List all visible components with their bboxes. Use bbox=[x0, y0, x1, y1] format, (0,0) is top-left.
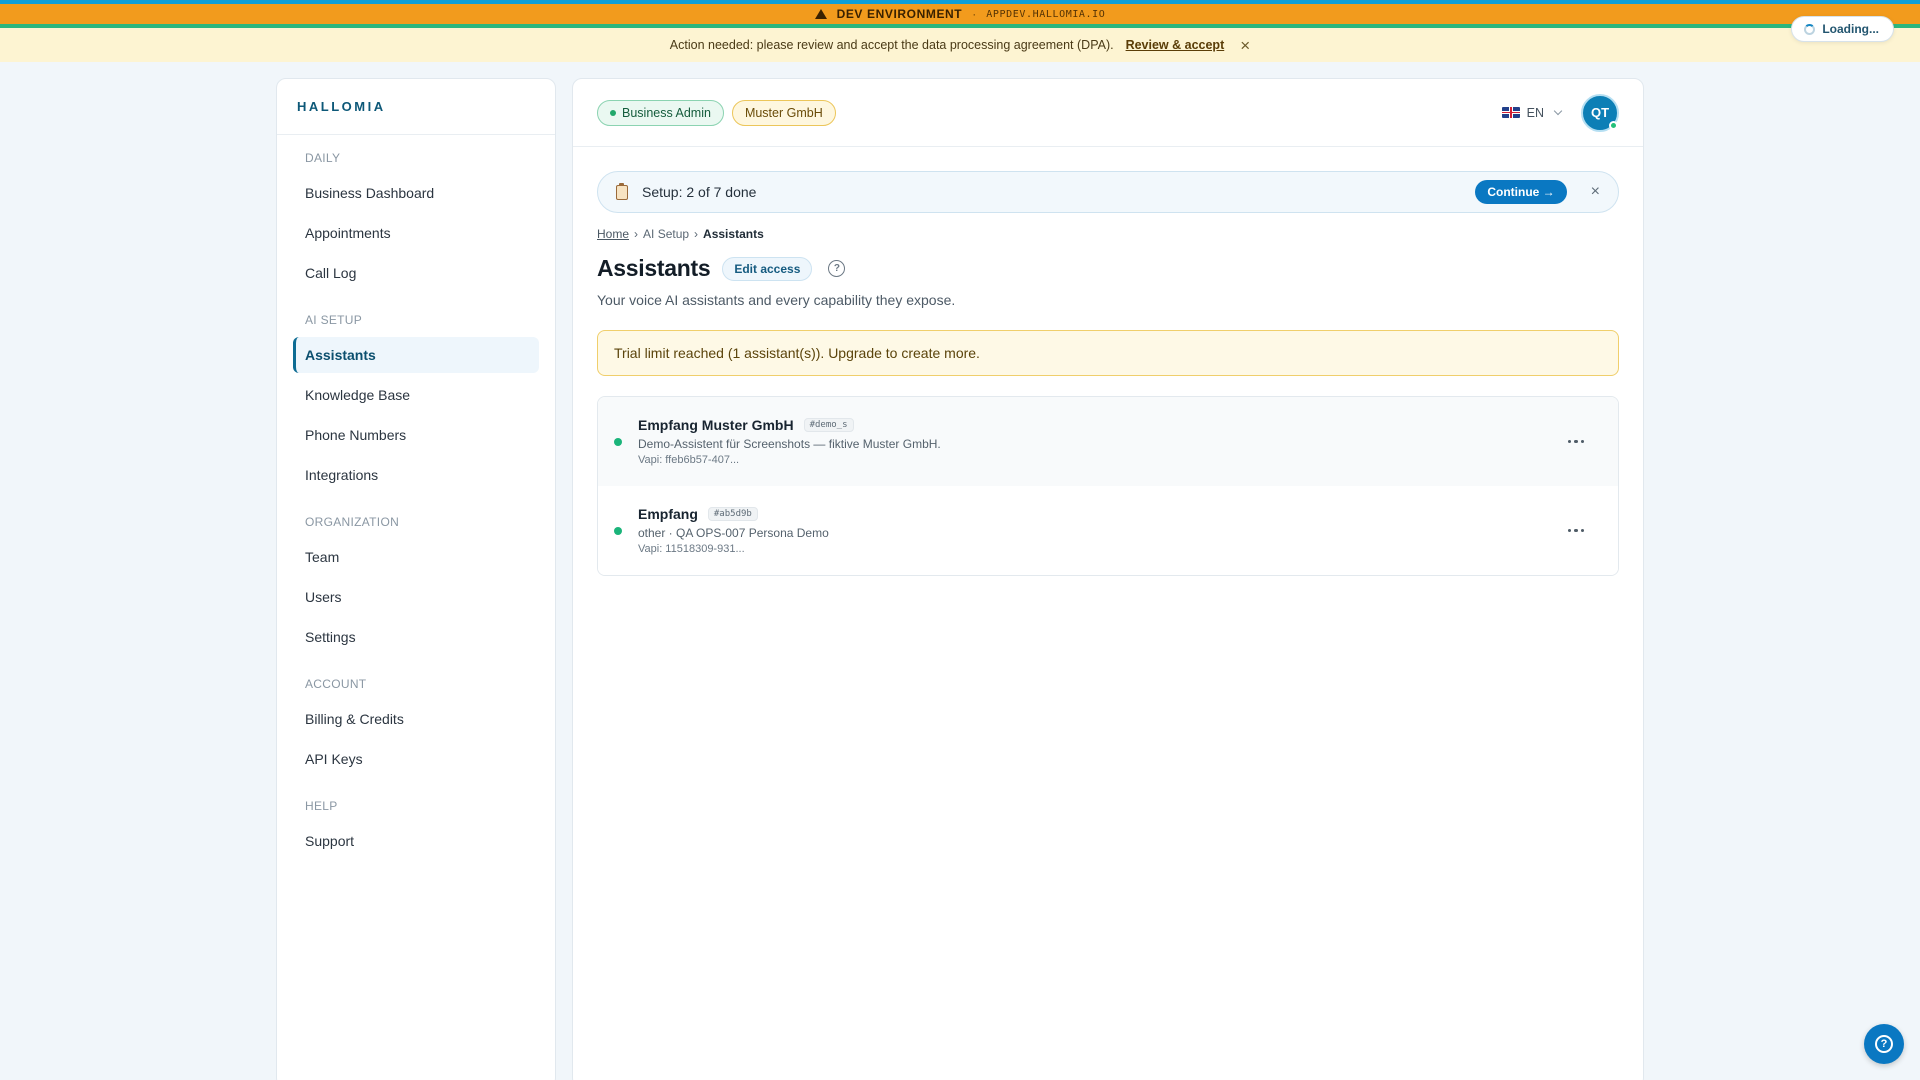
breadcrumb-home[interactable]: Home bbox=[597, 227, 629, 241]
content: Setup: 2 of 7 done Continue → × Home › A… bbox=[573, 147, 1643, 576]
user-avatar[interactable]: QT bbox=[1581, 93, 1619, 132]
assistant-row[interactable]: Empfang Muster GmbH #demo_s Demo-Assiste… bbox=[598, 397, 1618, 486]
dev-environment-host: APPDEV.HALLOMIA.IO bbox=[986, 8, 1106, 20]
sidebar-item-team[interactable]: Team bbox=[293, 539, 539, 575]
assistant-name-line: Empfang #ab5d9b bbox=[638, 506, 829, 522]
loading-label: Loading... bbox=[1822, 22, 1879, 36]
section-daily: DAILY bbox=[305, 151, 341, 165]
sidebar-item-phone-numbers[interactable]: Phone Numbers bbox=[293, 417, 539, 453]
sidebar-item-api-keys[interactable]: API Keys bbox=[293, 741, 539, 777]
breadcrumb-separator: › bbox=[694, 227, 699, 241]
assistant-name: Empfang Muster GmbH bbox=[638, 417, 794, 433]
sidebar-item-call-log[interactable]: Call Log bbox=[293, 255, 539, 291]
sidebar-nav: DAILY Business Dashboard Appointments Ca… bbox=[277, 135, 555, 859]
sidebar-item-billing-credits[interactable]: Billing & Credits bbox=[293, 701, 539, 737]
banner-close-icon[interactable]: × bbox=[1240, 37, 1250, 54]
dpa-action-banner: Action needed: please review and accept … bbox=[0, 28, 1920, 62]
help-circle-icon[interactable]: ? bbox=[828, 260, 846, 277]
clipboard-icon bbox=[616, 182, 628, 200]
page-subtitle: Your voice AI assistants and every capab… bbox=[597, 292, 956, 308]
dev-separator: · bbox=[972, 7, 977, 21]
edit-access-button[interactable]: Edit access bbox=[722, 256, 813, 281]
breadcrumb-ai-setup[interactable]: AI Setup bbox=[643, 227, 689, 241]
uk-flag-icon bbox=[1501, 107, 1520, 118]
review-accept-link[interactable]: Review & accept bbox=[1126, 38, 1225, 52]
sidebar-item-business-dashboard[interactable]: Business Dashboard bbox=[293, 175, 539, 211]
chevron-down-icon bbox=[1553, 106, 1563, 116]
main-panel: Business Admin Muster GmbH EN QT Setup: … bbox=[572, 78, 1644, 1080]
assistant-name: Empfang bbox=[638, 506, 698, 522]
language-selector[interactable]: EN bbox=[1501, 105, 1563, 120]
section-organization: ORGANIZATION bbox=[305, 515, 400, 529]
setup-close-icon[interactable]: × bbox=[1591, 183, 1600, 201]
trial-limit-message: Trial limit reached (1 assistant(s)). Up… bbox=[614, 345, 980, 361]
section-help: HELP bbox=[305, 799, 338, 813]
assistant-name-line: Empfang Muster GmbH #demo_s bbox=[638, 417, 941, 433]
language-label: EN bbox=[1526, 105, 1544, 120]
assistant-row[interactable]: Empfang #ab5d9b other · QA OPS-007 Perso… bbox=[598, 486, 1618, 575]
help-question-icon: ? bbox=[1875, 1035, 1893, 1053]
main-header: Business Admin Muster GmbH EN QT bbox=[573, 79, 1643, 147]
trial-limit-alert: Trial limit reached (1 assistant(s)). Up… bbox=[597, 330, 1619, 376]
avatar-initials: QT bbox=[1590, 105, 1610, 120]
section-ai-setup: AI SETUP bbox=[305, 313, 363, 327]
section-account: ACCOUNT bbox=[305, 677, 367, 691]
more-options-icon[interactable] bbox=[1562, 434, 1591, 450]
sidebar-item-integrations[interactable]: Integrations bbox=[293, 457, 539, 493]
assistant-description: Demo-Assistent für Screenshots — fiktive… bbox=[638, 437, 941, 451]
sidebar-item-users[interactable]: Users bbox=[293, 579, 539, 615]
sidebar-item-appointments[interactable]: Appointments bbox=[293, 215, 539, 251]
breadcrumb-current: Assistants bbox=[703, 227, 764, 241]
assistant-tag: #ab5d9b bbox=[707, 507, 758, 521]
dpa-banner-message: Action needed: please review and accept … bbox=[669, 38, 1114, 52]
status-dot-icon bbox=[614, 437, 622, 446]
assistant-info: Empfang #ab5d9b other · QA OPS-007 Perso… bbox=[638, 506, 829, 555]
header-right: EN QT bbox=[1501, 93, 1619, 132]
assistant-description: other · QA OPS-007 Persona Demo bbox=[638, 526, 829, 540]
assistant-vapi-id: Vapi: ffeb6b57-407... bbox=[638, 454, 740, 466]
warning-triangle-icon bbox=[814, 9, 827, 19]
brand-logo[interactable]: HALLOMIA bbox=[277, 79, 555, 135]
breadcrumb-separator: › bbox=[634, 227, 639, 241]
setup-progress-bar: Setup: 2 of 7 done Continue → × bbox=[597, 171, 1619, 213]
assistant-vapi-id: Vapi: 11518309-931... bbox=[638, 543, 745, 555]
dev-environment-label: DEV ENVIRONMENT bbox=[836, 7, 963, 21]
sidebar-item-assistants[interactable]: Assistants bbox=[293, 337, 539, 373]
assistant-info: Empfang Muster GmbH #demo_s Demo-Assiste… bbox=[638, 417, 941, 466]
presence-indicator bbox=[1609, 120, 1618, 130]
sidebar-item-support[interactable]: Support bbox=[293, 823, 539, 859]
breadcrumb: Home › AI Setup › Assistants bbox=[597, 227, 1619, 241]
role-chip-label: Business Admin bbox=[622, 105, 711, 120]
sidebar-item-knowledge-base[interactable]: Knowledge Base bbox=[293, 377, 539, 413]
assistant-tag: #demo_s bbox=[803, 418, 854, 432]
organization-chip[interactable]: Muster GmbH bbox=[731, 99, 836, 126]
help-fab-button[interactable]: ? bbox=[1864, 1024, 1904, 1064]
assistant-list: Empfang Muster GmbH #demo_s Demo-Assiste… bbox=[597, 396, 1619, 576]
sidebar-item-settings[interactable]: Settings bbox=[293, 619, 539, 655]
title-row: Assistants Edit access ? bbox=[597, 255, 1619, 282]
sidebar: HALLOMIA DAILY Business Dashboard Appoin… bbox=[276, 78, 556, 1080]
role-chip: Business Admin bbox=[597, 99, 724, 126]
more-options-icon[interactable] bbox=[1562, 523, 1591, 539]
continue-button[interactable]: Continue → bbox=[1475, 180, 1567, 204]
setup-progress-text: Setup: 2 of 7 done bbox=[642, 184, 757, 200]
spinner-icon bbox=[1804, 23, 1816, 35]
status-dot-icon bbox=[614, 526, 622, 535]
dev-environment-bar: DEV ENVIRONMENT · APPDEV.HALLOMIA.IO bbox=[0, 0, 1920, 28]
page-title: Assistants bbox=[597, 255, 711, 281]
loading-indicator: Loading... bbox=[1791, 16, 1894, 42]
role-dot-icon bbox=[610, 109, 616, 116]
